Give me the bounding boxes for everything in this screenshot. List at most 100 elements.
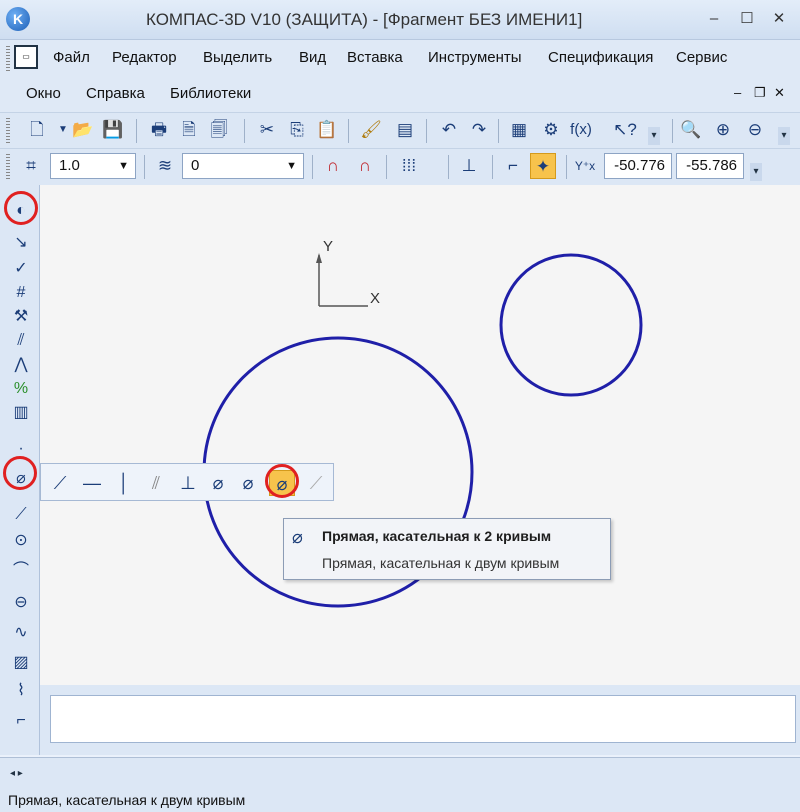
properties-icon[interactable]: ▤ <box>392 117 418 143</box>
toolbar-chevron-icon[interactable]: ▾ <box>648 127 660 145</box>
toolbar-chevron-icon[interactable]: ▾ <box>778 127 790 145</box>
step-value: 1.0 <box>59 157 80 174</box>
tooltip: ⌀ Прямая, касательная к 2 кривым Прямая,… <box>283 518 611 580</box>
drawing-canvas[interactable]: Y X <box>40 185 800 685</box>
vertical-line-icon[interactable]: │ <box>111 470 137 496</box>
arc-icon[interactable]: ⌒ <box>8 559 34 583</box>
coordinate-x-field[interactable]: -50.776 <box>604 153 672 179</box>
parametric-mode-icon[interactable]: ✦ <box>530 153 556 179</box>
toolbar-grip[interactable] <box>6 154 10 180</box>
drawing-svg[interactable]: Y X <box>40 185 800 685</box>
paste-icon[interactable]: 📋 <box>314 117 340 143</box>
tangent-line-parallel-icon[interactable]: ⌀ <box>235 470 261 496</box>
library-manager-icon[interactable]: ⚙ <box>538 117 564 143</box>
menu-bar-row-2: Окно Справка Библиотеки ‒ ❐ ✕ <box>0 76 800 112</box>
menu-file[interactable]: Файл <box>53 49 90 66</box>
context-help-icon[interactable]: ↖? <box>612 117 638 143</box>
ellipse-icon[interactable]: ⊖ <box>8 591 34 615</box>
axis-y-label: Y <box>323 238 333 255</box>
step-select[interactable]: 1.0 ▼ <box>50 153 136 179</box>
chamfer-icon[interactable]: ⌐ <box>8 709 34 733</box>
tangent-line-point-icon[interactable]: ⌀ <box>205 470 231 496</box>
mdi-close-button[interactable]: ✕ <box>774 85 785 101</box>
preview-icon[interactable]: 🗐 <box>206 117 232 143</box>
tooltip-title: Прямая, касательная к 2 кривым <box>322 528 552 544</box>
orthogonal-mode-icon[interactable]: ⌐ <box>500 153 526 179</box>
manager-icon[interactable]: ▦ <box>506 117 532 143</box>
new-document-icon[interactable]: 🗋 <box>24 117 50 143</box>
redo-icon[interactable]: ↷ <box>466 117 492 143</box>
properties-field[interactable] <box>50 695 796 743</box>
title-bar: K КОМПАС-3D V10 (ЗАЩИТА) - [Фрагмент БЕЗ… <box>0 0 800 40</box>
variables-fx-icon[interactable]: f(x) <box>568 117 594 143</box>
hatch-icon[interactable]: ▨ <box>8 651 34 675</box>
menu-editor[interactable]: Редактор <box>112 49 177 66</box>
separator <box>566 155 567 179</box>
document-icon[interactable]: ▭ <box>14 45 38 69</box>
menu-insert[interactable]: Вставка <box>347 49 403 66</box>
menu-window[interactable]: Окно <box>26 85 61 102</box>
parametrization-icon[interactable]: ⚒ <box>8 305 34 329</box>
copy-properties-icon[interactable]: 🖌 <box>358 117 384 143</box>
parallel-line-icon[interactable]: ⫽ <box>143 470 169 496</box>
coordinate-y-field[interactable]: -55.786 <box>676 153 744 179</box>
separator <box>312 155 313 179</box>
polyline-icon[interactable]: ⌇ <box>8 679 34 703</box>
print-preview-icon[interactable]: 🗎 <box>176 117 202 143</box>
horizontal-line-icon[interactable]: — <box>79 470 105 496</box>
axis-x-label: X <box>370 290 380 307</box>
line-through-two-points-icon[interactable]: ⟋ <box>47 470 73 496</box>
designations-icon[interactable]: ✓ <box>8 257 34 281</box>
selection-icon[interactable]: ⋀ <box>8 353 34 377</box>
editing-icon[interactable]: # <box>8 281 34 305</box>
open-folder-icon[interactable]: 📂 <box>70 117 96 143</box>
segment-icon[interactable]: ⟋ <box>8 503 34 527</box>
mdi-minimize-button[interactable]: ‒ <box>734 85 741 100</box>
spline-icon[interactable]: ∿ <box>8 621 34 645</box>
menu-help[interactable]: Справка <box>86 85 145 102</box>
circle-icon[interactable]: ⊙ <box>8 529 34 553</box>
snap-settings-icon[interactable]: ∩ <box>352 153 378 179</box>
specification-icon[interactable]: ▥ <box>8 401 34 425</box>
zoom-out-icon[interactable]: ⊖ <box>742 117 768 143</box>
minimize-button[interactable]: ‒ <box>703 9 725 29</box>
local-coordinates-icon[interactable]: ⊥ <box>456 153 482 179</box>
associative-views-icon[interactable]: % <box>8 377 34 401</box>
layer-select[interactable]: 0 ▼ <box>182 153 304 179</box>
mdi-restore-button[interactable]: ❐ <box>754 85 766 101</box>
menu-tools[interactable]: Инструменты <box>428 49 522 66</box>
close-button[interactable]: ✕ <box>768 9 790 29</box>
dimensions-icon[interactable]: ↘ <box>8 231 34 255</box>
panel-toggle-icon[interactable]: ◂ ▸ <box>10 768 23 779</box>
measure-icon[interactable]: ⫽ <box>8 329 34 353</box>
copy-icon[interactable]: ⎘ <box>284 117 310 143</box>
kompas-logo-icon: K <box>6 7 30 31</box>
undo-icon[interactable]: ↶ <box>436 117 462 143</box>
highlight-ring <box>3 456 37 490</box>
small-circle[interactable] <box>499 253 643 397</box>
chevron-down-icon: ▼ <box>118 160 129 172</box>
layers-icon[interactable]: ≋ <box>152 153 178 179</box>
tooltip-description: Прямая, касательная к двум кривым <box>322 555 560 571</box>
zoom-window-icon[interactable]: 🔍 <box>678 117 704 143</box>
menu-service[interactable]: Сервис <box>676 49 727 66</box>
menu-libraries[interactable]: Библиотеки <box>170 85 251 102</box>
save-icon[interactable]: 💾 <box>100 117 126 143</box>
toolbar-grip[interactable] <box>6 46 10 72</box>
bisector-icon[interactable]: ⟋ <box>303 470 329 496</box>
local-snap-icon[interactable]: ∩ <box>320 153 346 179</box>
menu-select[interactable]: Выделить <box>203 49 272 66</box>
cursor-step-icon[interactable]: ⌗ <box>18 153 44 179</box>
toolbar-chevron-icon[interactable]: ▾ <box>750 163 762 181</box>
perpendicular-line-icon[interactable]: ⊥ <box>175 470 201 496</box>
maximize-button[interactable]: ☐ <box>736 9 758 29</box>
grid-icon[interactable]: ⁞⁞⁞ <box>396 153 422 179</box>
menu-view[interactable]: Вид <box>299 49 326 66</box>
separator <box>426 119 427 143</box>
print-icon[interactable]: 🖶 <box>146 117 172 143</box>
cut-icon[interactable]: ✂ <box>254 117 280 143</box>
zoom-in-icon[interactable]: ⊕ <box>710 117 736 143</box>
toolbar-grip[interactable] <box>6 118 10 144</box>
cursor-coordinates-icon: Y⁺x <box>574 159 596 173</box>
menu-specification[interactable]: Спецификация <box>548 49 653 66</box>
